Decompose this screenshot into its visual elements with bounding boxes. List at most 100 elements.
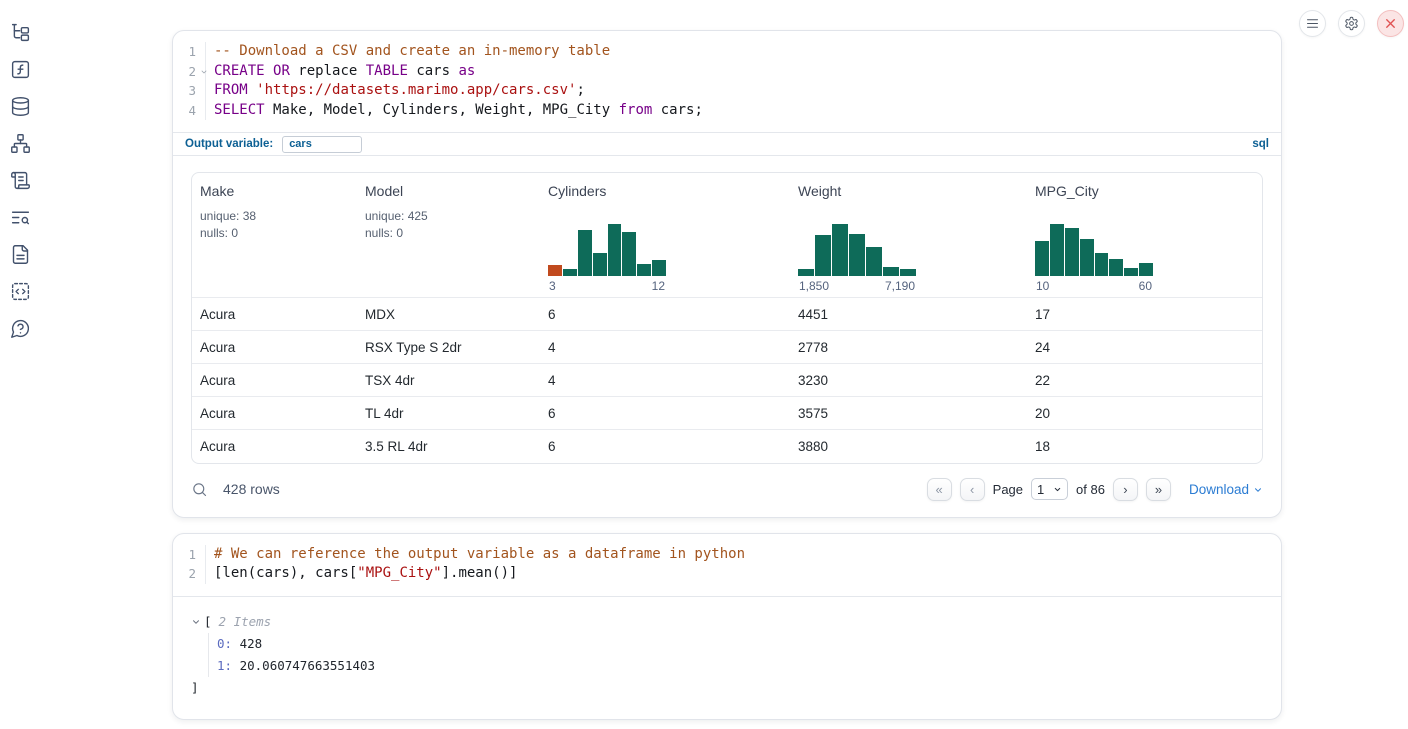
first-page-button[interactable]: « xyxy=(927,478,952,501)
column-header-make[interactable]: Makeunique: 38nulls: 0 xyxy=(192,173,357,298)
histogram-bar xyxy=(1080,239,1094,276)
column-histogram: 1060 xyxy=(1035,224,1153,297)
python-code-editor[interactable]: 1# We can reference the output variable … xyxy=(173,534,1281,596)
table-cell: 3.5 RL 4dr xyxy=(357,430,540,463)
table-row: AcuraTL 4dr6357520 xyxy=(192,397,1262,430)
histogram-bars xyxy=(798,224,916,276)
histogram-bar xyxy=(832,224,848,276)
line-number: 2 xyxy=(173,62,206,82)
sql-code-editor[interactable]: 1-- Download a CSV and create an in-memo… xyxy=(173,31,1281,132)
column-stats: unique: 425nulls: 0 xyxy=(365,208,532,242)
table-cell: 4 xyxy=(540,364,790,397)
code-text: [len(cars), cars["MPG_City"].mean()] xyxy=(206,564,517,584)
python-output: [ 2 Items 0: 4281: 20.060747663551403 ] xyxy=(173,596,1281,719)
line-number: 4 xyxy=(173,101,206,121)
histogram-bar xyxy=(883,267,899,276)
histogram-bar xyxy=(578,230,592,276)
histogram-bar xyxy=(563,269,577,276)
chevron-down-icon xyxy=(1053,485,1062,494)
table-cell: Acura xyxy=(192,430,357,463)
column-header-weight[interactable]: Weight1,8507,190 xyxy=(790,173,1027,298)
code-text: SELECT Make, Model, Cylinders, Weight, M… xyxy=(206,101,703,121)
line-number: 1 xyxy=(173,42,206,62)
table-cell: 18 xyxy=(1027,430,1262,463)
sidebar-item-datasources[interactable] xyxy=(10,96,31,117)
code-line: 3FROM 'https://datasets.marimo.app/cars.… xyxy=(173,81,1281,101)
shutdown-button[interactable] xyxy=(1377,10,1404,37)
menu-button[interactable] xyxy=(1299,10,1326,37)
histogram-bar xyxy=(652,260,666,276)
line-number: 3 xyxy=(173,81,206,101)
table-row: AcuraRSX Type S 2dr4277824 xyxy=(192,331,1262,364)
settings-button[interactable] xyxy=(1338,10,1365,37)
function-square-icon xyxy=(10,59,31,80)
table-row: AcuraMDX6445117 xyxy=(192,298,1262,331)
histogram-bar xyxy=(622,232,636,276)
column-stats: unique: 38nulls: 0 xyxy=(200,208,349,242)
table-cell: 6 xyxy=(540,430,790,463)
histogram-bar xyxy=(900,269,916,276)
collapse-chevron-icon[interactable] xyxy=(191,617,201,627)
sidebar-item-help[interactable] xyxy=(10,318,31,339)
output-variable-input[interactable] xyxy=(282,136,362,153)
histogram-ticks: 1,8507,190 xyxy=(798,279,916,297)
table-cell: TL 4dr xyxy=(357,397,540,430)
sql-cell: 1-- Download a CSV and create an in-memo… xyxy=(172,30,1282,518)
search-icon[interactable] xyxy=(191,481,208,498)
code-text: # We can reference the output variable a… xyxy=(206,545,745,565)
sidebar-item-logs[interactable] xyxy=(10,207,31,228)
chevron-down-icon xyxy=(1253,485,1263,495)
table-cell: MDX xyxy=(357,298,540,331)
column-histogram: 1,8507,190 xyxy=(798,224,916,297)
table-cell: Acura xyxy=(192,397,357,430)
notebook-controls xyxy=(1299,10,1404,37)
sidebar-item-variables[interactable] xyxy=(10,59,31,80)
next-page-button[interactable]: › xyxy=(1113,478,1138,501)
scroll-text-icon xyxy=(10,170,31,191)
histogram-bar xyxy=(548,265,562,276)
table-cell: TSX 4dr xyxy=(357,364,540,397)
histogram-bar xyxy=(1035,241,1049,276)
help-bubble-icon xyxy=(10,318,31,339)
sidebar-item-documentation[interactable] xyxy=(10,244,31,265)
table-cell: Acura xyxy=(192,298,357,331)
histogram-bars xyxy=(1035,224,1153,276)
histogram-bar xyxy=(798,269,814,276)
line-number: 2 xyxy=(173,564,206,584)
code-line: 2[len(cars), cars["MPG_City"].mean()] xyxy=(173,564,1281,584)
code-text: CREATE OR replace TABLE cars as xyxy=(206,62,475,82)
table-cell: 4451 xyxy=(790,298,1027,331)
table-row: AcuraTSX 4dr4323022 xyxy=(192,364,1262,397)
table-cell: 20 xyxy=(1027,397,1262,430)
sql-cell-toolbar: Output variable: sql xyxy=(173,132,1281,156)
histogram-max-label: 12 xyxy=(652,279,665,293)
sidebar-item-dependency-graph[interactable] xyxy=(10,133,31,154)
database-icon xyxy=(10,96,31,117)
pagination: « ‹ Page 1 of 86 › » Download xyxy=(927,478,1263,501)
table-cell: 4 xyxy=(540,331,790,364)
sidebar-item-snippets[interactable] xyxy=(10,281,31,302)
histogram-bar xyxy=(866,247,882,276)
page-select[interactable]: 1 xyxy=(1031,478,1068,500)
column-header-cylinders[interactable]: Cylinders312 xyxy=(540,173,790,298)
download-label: Download xyxy=(1189,482,1249,497)
page-total-label: of 86 xyxy=(1076,482,1105,497)
histogram-bar xyxy=(1050,224,1064,276)
column-header-model[interactable]: Modelunique: 425nulls: 0 xyxy=(357,173,540,298)
histogram-max-label: 60 xyxy=(1139,279,1152,293)
histogram-bar xyxy=(1139,263,1153,276)
menu-icon xyxy=(1305,16,1320,31)
table-cell: 24 xyxy=(1027,331,1262,364)
download-button[interactable]: Download xyxy=(1189,482,1263,497)
histogram-bar xyxy=(1065,228,1079,276)
table-cell: Acura xyxy=(192,331,357,364)
histogram-bar xyxy=(1124,268,1138,276)
previous-page-button[interactable]: ‹ xyxy=(960,478,985,501)
column-header-mpg_city[interactable]: MPG_City1060 xyxy=(1027,173,1262,298)
table-cell: 6 xyxy=(540,397,790,430)
last-page-button[interactable]: » xyxy=(1146,478,1171,501)
sidebar-item-scratchpad[interactable] xyxy=(10,170,31,191)
fold-chevron-icon[interactable] xyxy=(200,68,208,76)
code-text: FROM 'https://datasets.marimo.app/cars.c… xyxy=(206,81,585,101)
sidebar-item-file-explorer[interactable] xyxy=(10,22,31,43)
